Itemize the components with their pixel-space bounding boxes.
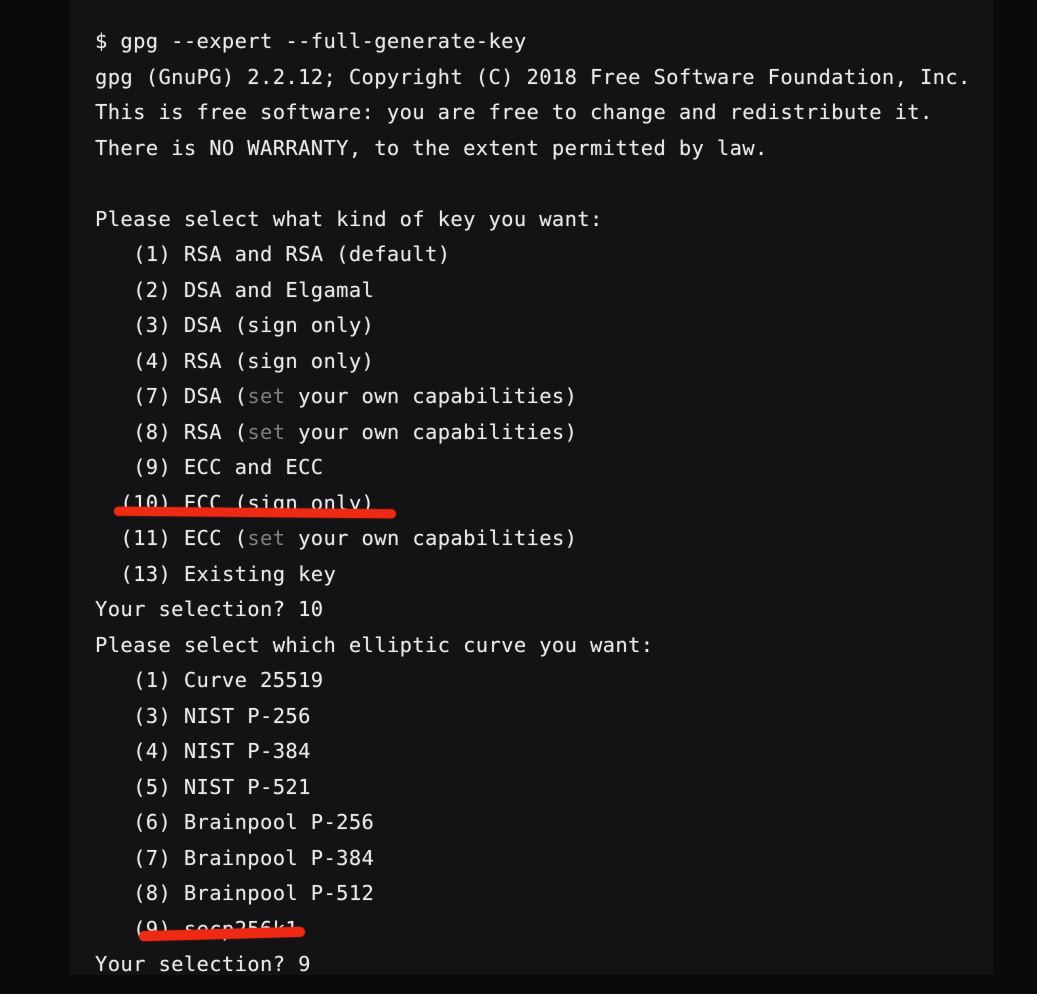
curve-option-3[interactable]: (3) NIST P-256 bbox=[0, 699, 1037, 735]
curve-question: Please select which elliptic curve you w… bbox=[95, 632, 654, 657]
curve-option-6[interactable]: (6) Brainpool P-256 bbox=[0, 805, 1037, 841]
key-option-label-tail: your own capabilities) bbox=[285, 526, 578, 550]
curve-option-indent bbox=[95, 917, 133, 941]
key-option-number: (9) bbox=[133, 455, 172, 479]
key-type-selection-value: 10 bbox=[298, 597, 324, 621]
key-option-label-tail: your own capabilities) bbox=[285, 419, 578, 444]
key-option-indent bbox=[95, 455, 133, 479]
key-option-indent bbox=[95, 384, 133, 408]
curve-option-indent bbox=[95, 668, 133, 692]
key-option-8[interactable]: (8) RSA (set your own capabilities) bbox=[0, 415, 1037, 451]
key-option-number: (8) bbox=[133, 419, 172, 444]
key-option-13[interactable]: (13) Existing key bbox=[0, 557, 1037, 593]
key-option-number: (13) bbox=[120, 561, 172, 586]
key-option-4[interactable]: (4) RSA (sign only) bbox=[0, 344, 1037, 380]
key-option-7[interactable]: (7) DSA (set your own capabilities) bbox=[0, 379, 1037, 415]
curve-option-4[interactable]: (4) NIST P-384 bbox=[0, 734, 1037, 770]
curve-option-label: NIST P-521 bbox=[171, 774, 311, 799]
key-option-label: ECC and ECC bbox=[171, 455, 324, 479]
curve-option-number: (4) bbox=[133, 739, 172, 763]
key-option-indent bbox=[95, 420, 133, 444]
curve-option-5[interactable]: (5) NIST P-521 bbox=[0, 770, 1037, 806]
command-line: $ gpg --expert --full-generate-key bbox=[95, 29, 527, 53]
key-option-number: (4) bbox=[133, 348, 172, 373]
key-option-number: (3) bbox=[133, 313, 172, 337]
key-option-label: DSA (sign only) bbox=[171, 313, 375, 337]
curve-option-1[interactable]: (1) Curve 25519 bbox=[0, 663, 1037, 699]
key-option-number: (7) bbox=[133, 384, 172, 408]
key-option-number: (11) bbox=[120, 526, 172, 550]
key-option-dim-word: set bbox=[247, 384, 286, 408]
curve-option-label: Curve 25519 bbox=[171, 668, 324, 692]
key-option-label: RSA (sign only) bbox=[171, 348, 375, 373]
terminal-output[interactable]: $ gpg --expert --full-generate-key gpg (… bbox=[0, 0, 1037, 983]
curve-option-number: (8) bbox=[133, 881, 172, 905]
key-option-indent bbox=[95, 242, 133, 266]
banner-line-warranty: There is NO WARRANTY, to the extent perm… bbox=[95, 135, 768, 160]
key-option-label: DSA and Elgamal bbox=[171, 277, 375, 302]
key-option-dim-word: set bbox=[247, 526, 286, 550]
curve-option-indent bbox=[95, 810, 133, 834]
curve-selection-value: 9 bbox=[298, 952, 311, 976]
key-type-selection-line[interactable]: Your selection? 10 bbox=[0, 592, 1037, 628]
curve-option-number: (7) bbox=[133, 845, 172, 870]
key-option-indent bbox=[95, 562, 120, 586]
curve-option-8[interactable]: (8) Brainpool P-512 bbox=[0, 876, 1037, 912]
curve-option-label: Brainpool P-512 bbox=[171, 881, 375, 905]
curve-option-7[interactable]: (7) Brainpool P-384 bbox=[0, 841, 1037, 877]
curve-option-label: Brainpool P-384 bbox=[171, 845, 375, 870]
key-type-question: Please select what kind of key you want: bbox=[95, 206, 603, 231]
key-option-number: (1) bbox=[133, 242, 172, 266]
banner-line-license: This is free software: you are free to c… bbox=[95, 100, 933, 124]
terminal-screenshot: $ gpg --expert --full-generate-key gpg (… bbox=[0, 0, 1037, 994]
key-option-9[interactable]: (9) ECC and ECC bbox=[0, 450, 1037, 486]
curve-option-number: (3) bbox=[133, 703, 172, 728]
key-option-number: (2) bbox=[133, 277, 172, 302]
curve-selection-prompt: Your selection? bbox=[95, 952, 299, 976]
key-option-3[interactable]: (3) DSA (sign only) bbox=[0, 308, 1037, 344]
curve-option-label: NIST P-384 bbox=[171, 739, 311, 763]
key-option-label: DSA ( bbox=[171, 384, 248, 408]
key-option-label: ECC ( bbox=[171, 526, 248, 550]
key-option-2[interactable]: (2) DSA and Elgamal bbox=[0, 273, 1037, 309]
key-option-indent bbox=[95, 349, 133, 373]
key-option-indent bbox=[95, 526, 120, 550]
curve-option-indent bbox=[95, 739, 133, 763]
key-option-label: RSA ( bbox=[171, 419, 248, 444]
banner-line-version: gpg (GnuPG) 2.2.12; Copyright (C) 2018 F… bbox=[95, 64, 971, 89]
curve-option-indent bbox=[95, 775, 133, 799]
curve-option-9[interactable]: (9) secp256k1 bbox=[0, 912, 1037, 948]
key-option-11[interactable]: (11) ECC (set your own capabilities) bbox=[0, 521, 1037, 557]
key-option-indent bbox=[95, 313, 133, 337]
curve-selection-line[interactable]: Your selection? 9 bbox=[0, 947, 1037, 983]
curve-option-number: (6) bbox=[133, 810, 172, 834]
key-option-label: Existing key bbox=[171, 561, 337, 586]
key-option-indent bbox=[95, 278, 133, 302]
key-option-label: RSA and RSA (default) bbox=[171, 242, 451, 266]
curve-option-indent bbox=[95, 704, 133, 728]
curve-option-number: (5) bbox=[133, 774, 172, 799]
key-type-selection-prompt: Your selection? bbox=[95, 597, 299, 621]
curve-option-indent bbox=[95, 881, 133, 905]
curve-option-number: (1) bbox=[133, 668, 172, 692]
key-option-1[interactable]: (1) RSA and RSA (default) bbox=[0, 237, 1037, 273]
curve-option-label: Brainpool P-256 bbox=[171, 810, 375, 834]
key-option-dim-word: set bbox=[247, 419, 286, 444]
curve-option-label: NIST P-256 bbox=[171, 703, 311, 728]
key-option-label-tail: your own capabilities) bbox=[285, 384, 578, 408]
curve-option-indent bbox=[95, 846, 133, 870]
